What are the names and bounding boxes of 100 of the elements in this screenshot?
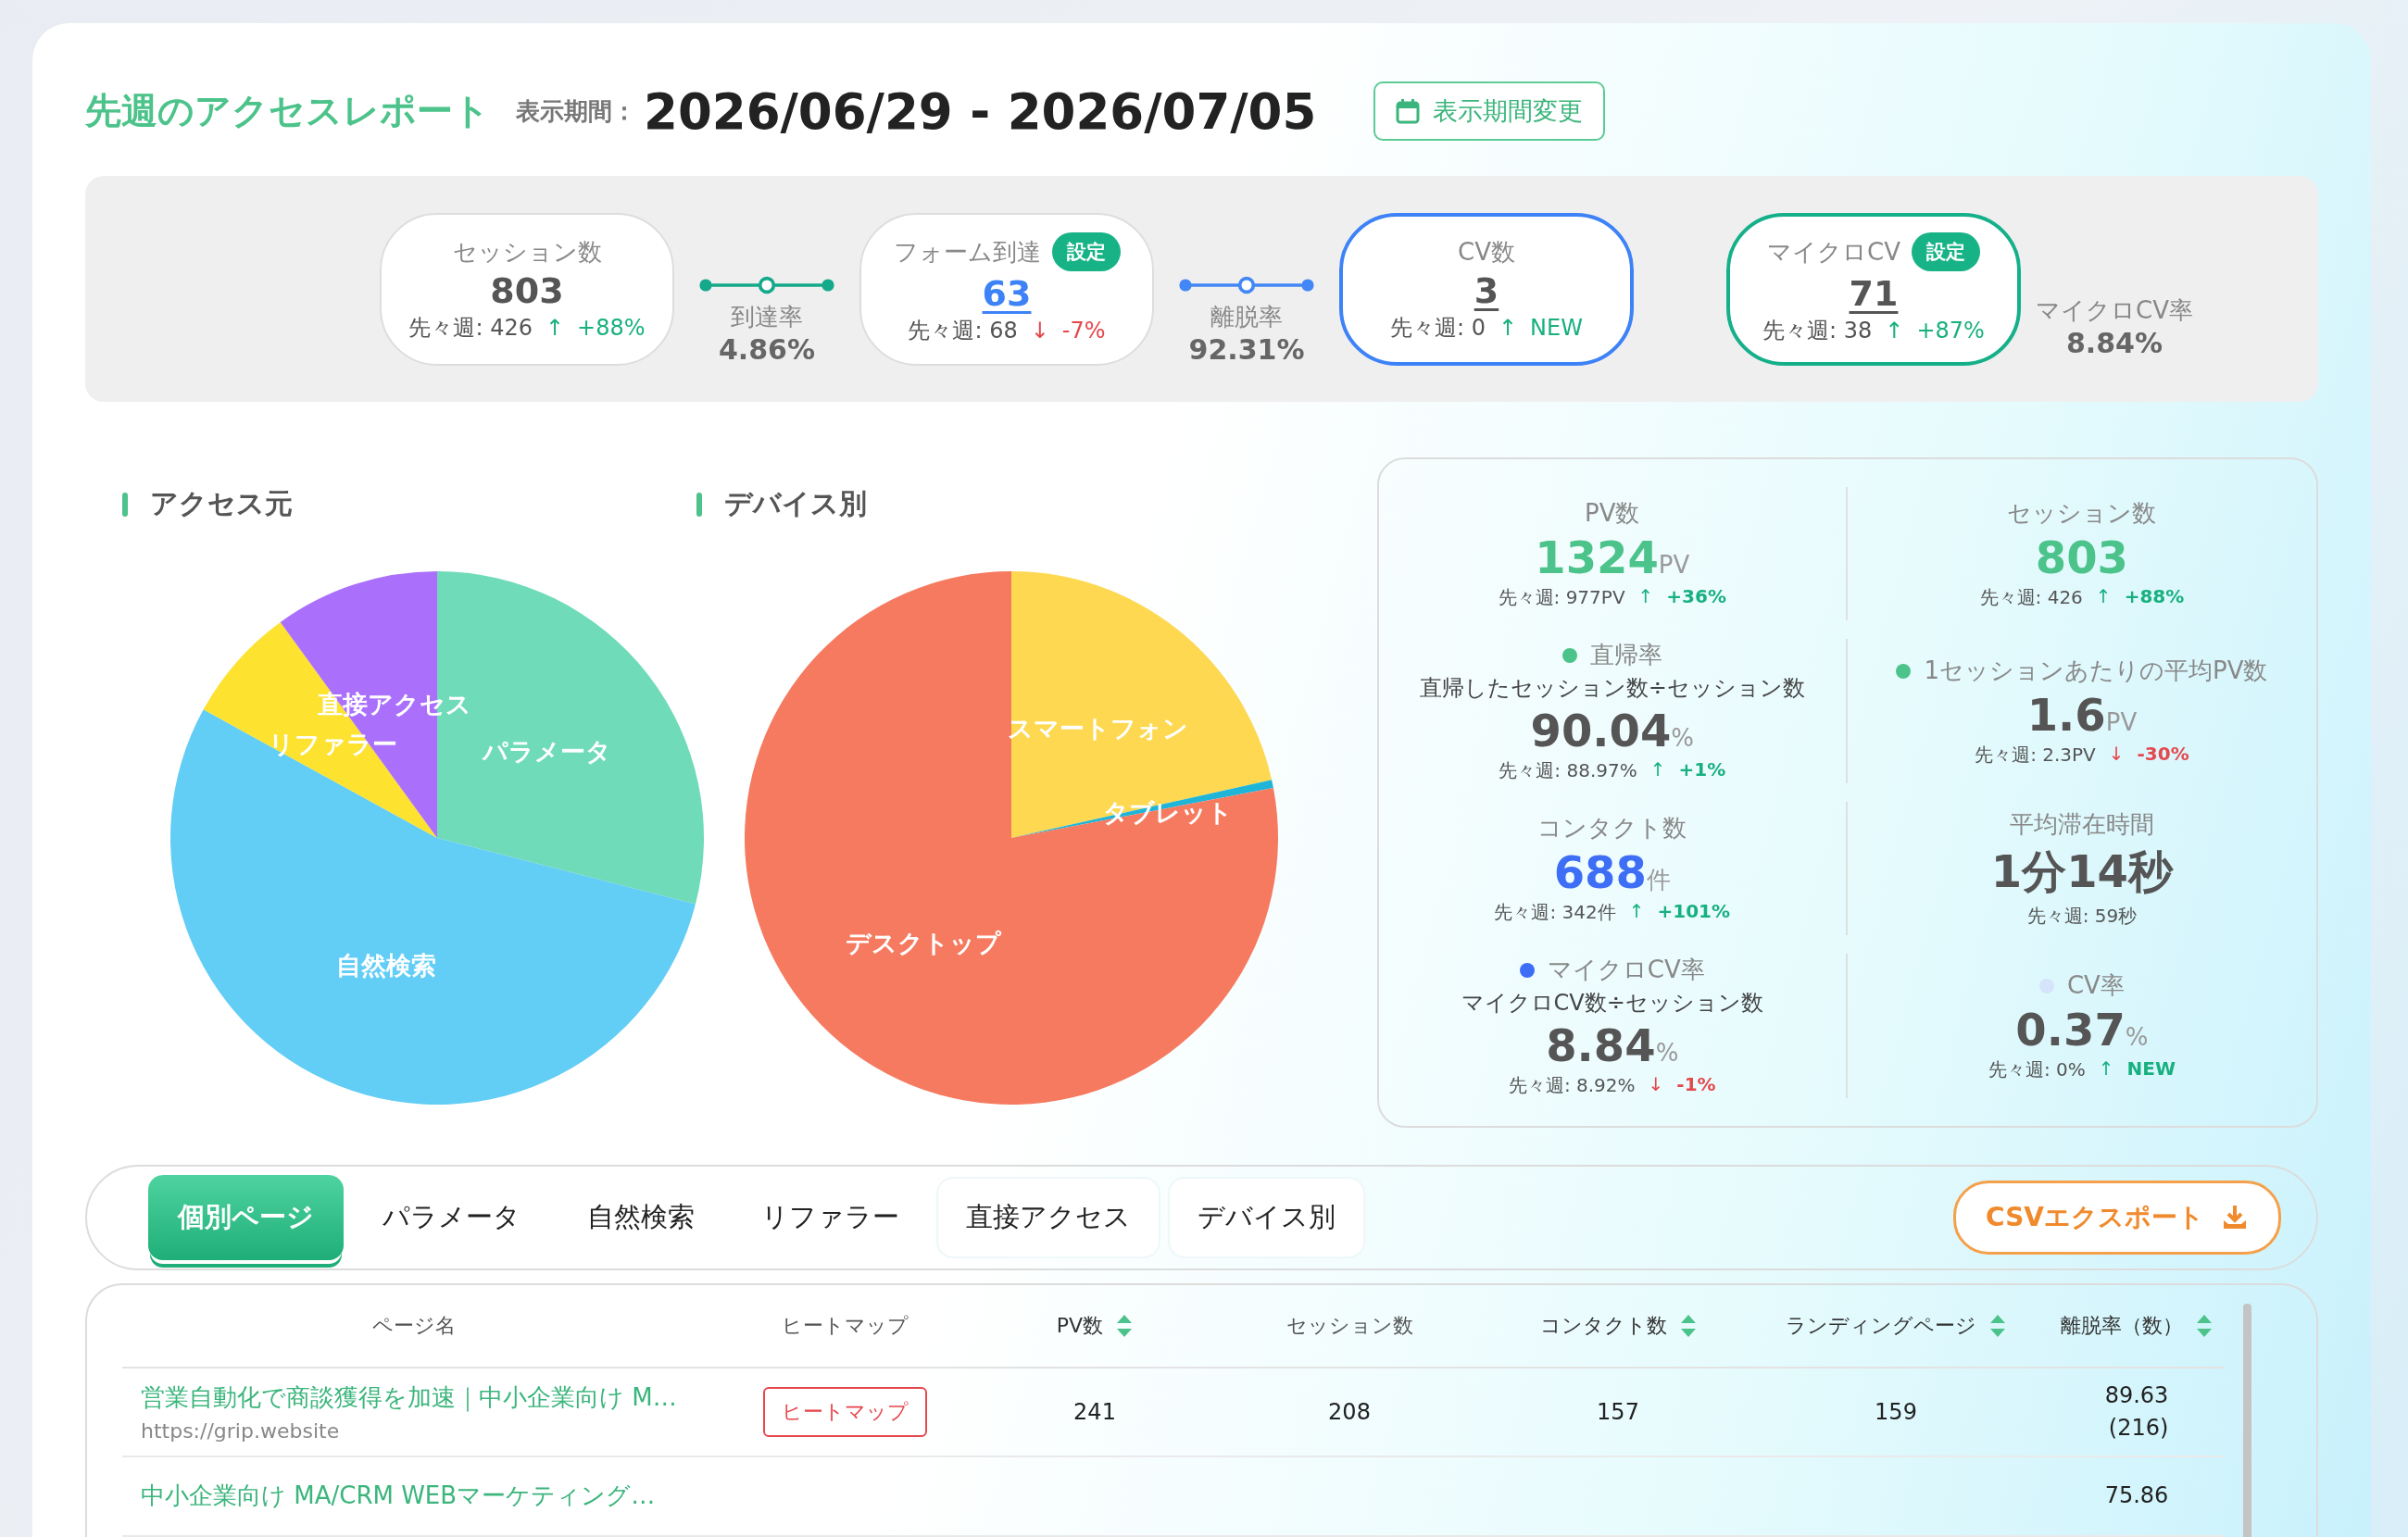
previous-value: 先々週: 977PV	[1498, 585, 1625, 610]
column-header: ページ名	[372, 1313, 456, 1339]
stat-value: 8.84	[1546, 1019, 1656, 1071]
trend-arrow: ↑	[1885, 318, 1904, 344]
change-value: +88%	[2124, 585, 2185, 609]
stat-value: 1324	[1535, 531, 1659, 583]
step-value[interactable]: 3	[1474, 269, 1499, 311]
column-header: セッション数	[1286, 1313, 1413, 1339]
stat-unit: 件	[1646, 865, 1671, 895]
table-cell: 241	[1073, 1398, 1116, 1425]
stat-label: 1セッションあたりの平均PV数	[1924, 656, 2268, 686]
report-title: 先週のアクセスレポート	[85, 89, 490, 133]
calendar-icon	[1396, 98, 1421, 124]
change-value: -1%	[1676, 1073, 1716, 1097]
previous-value: 先々週: 8.92%	[1508, 1073, 1636, 1098]
title-accent-bar	[122, 492, 128, 517]
trend-arrow: ↑	[2095, 585, 2112, 609]
previous-value: 先々週: 342件	[1494, 900, 1616, 925]
trend-arrow: ↑	[1499, 314, 1518, 341]
trend-arrow: ↑	[546, 314, 565, 341]
column-header[interactable]: PV数	[1056, 1312, 1104, 1340]
stat-label: マイクロCV率	[1547, 955, 1705, 985]
tab[interactable]: 直接アクセス	[938, 1179, 1159, 1256]
stat-label: コンタクト数	[1537, 813, 1687, 843]
stat-unit: %	[2125, 1023, 2149, 1051]
sort-icon[interactable]	[2196, 1314, 2213, 1338]
trend-arrow: ↓	[1648, 1073, 1664, 1097]
table-cell: 208	[1328, 1398, 1371, 1425]
column-header[interactable]: ランディングページ	[1786, 1312, 1976, 1340]
column-header: ヒートマップ	[781, 1313, 909, 1339]
rate-label: マイクロCV率	[2036, 294, 2193, 326]
change-value: +87%	[1916, 318, 1985, 344]
heatmap-button[interactable]: ヒートマップ	[762, 1386, 927, 1437]
stat-value: 90.04	[1530, 705, 1672, 756]
stat-value: 1分14秒	[1990, 844, 2173, 899]
stat-unit: %	[1671, 724, 1695, 752]
download-icon	[2221, 1204, 2249, 1231]
stat-formula: 直帰したセッション数÷セッション数	[1419, 674, 1805, 703]
rate-value: 8.84%	[2065, 326, 2163, 359]
slice-label: パラメータ	[482, 736, 611, 766]
trend-arrow: ↑	[1649, 758, 1666, 782]
stat-value: 688	[1553, 846, 1647, 898]
stat-label: 直帰率	[1589, 640, 1662, 670]
stat-unit: PV	[1658, 551, 1690, 579]
column-header[interactable]: コンタクト数	[1539, 1312, 1667, 1340]
change-value: -7%	[1061, 318, 1106, 344]
rate-label: 離脱率	[1210, 301, 1283, 332]
slice-label: デスクトップ	[845, 928, 1001, 957]
trend-arrow: ↓	[2108, 743, 2125, 767]
previous-value: 先々週: 0	[1390, 313, 1486, 343]
trend-arrow: ↓	[1030, 318, 1049, 344]
slice-label: 自然検索	[335, 950, 436, 980]
rate-label: 到達率	[731, 301, 803, 332]
slice-label: スマートフォン	[1008, 713, 1189, 743]
page-url: https://grip.website	[141, 1418, 340, 1443]
table-cell: 159	[1875, 1398, 1917, 1425]
change-value: -30%	[2137, 743, 2189, 767]
tab[interactable]: 自然検索	[559, 1179, 722, 1256]
sort-icon[interactable]	[1989, 1314, 2006, 1338]
exit-rate: 75.86	[2104, 1481, 2169, 1511]
stat-unit: PV	[2105, 708, 2138, 736]
step-label: セッション数	[452, 236, 602, 268]
previous-value: 先々週: 426	[1979, 585, 2083, 610]
step-value[interactable]: 63	[982, 273, 1032, 314]
stat-value: 0.37	[2015, 1004, 2126, 1056]
tab[interactable]: リファラー	[734, 1179, 927, 1256]
tab[interactable]: デバイス別	[1170, 1179, 1363, 1256]
slice-label: リファラー	[269, 730, 398, 759]
trend-arrow: ↑	[1637, 585, 1654, 609]
change-value: +36%	[1666, 585, 1726, 609]
stat-label: 平均滞在時間	[2009, 809, 2154, 840]
previous-value: 先々週: 68	[908, 317, 1018, 345]
change-value: +1%	[1678, 758, 1726, 782]
previous-value: 先々週: 2.3PV	[1975, 743, 2096, 768]
stat-label: PV数	[1585, 498, 1640, 529]
previous-value: 先々週: 0%	[1988, 1057, 2086, 1082]
step-label: フォーム到達	[893, 236, 1041, 268]
step-label: マイクロCV	[1767, 236, 1900, 268]
column-header[interactable]: 離脱率（数）	[2061, 1312, 2183, 1340]
previous-value: 先々週: 38	[1762, 317, 1873, 345]
chart-title: アクセス元	[150, 486, 293, 521]
change-value: +88%	[577, 314, 646, 341]
exit-rate: 89.63	[2104, 1381, 2169, 1410]
step-label: CV数	[1458, 236, 1515, 268]
step-value: 803	[490, 269, 564, 311]
period-range: 2026/06/29 - 2026/07/05	[644, 82, 1317, 140]
table-cell: 157	[1597, 1398, 1639, 1425]
change-value: +101%	[1657, 900, 1731, 924]
previous-value: 先々週: 426	[408, 313, 533, 343]
stat-value: 803	[2035, 531, 2128, 583]
previous-value: 先々週: 59秒	[2026, 904, 2138, 929]
step-value[interactable]: 71	[1849, 273, 1899, 314]
title-accent-bar	[696, 492, 702, 517]
tab[interactable]: パラメータ	[355, 1179, 548, 1256]
sort-icon[interactable]	[1679, 1314, 1697, 1338]
stat-label: セッション数	[2007, 498, 2157, 529]
sort-icon[interactable]	[1116, 1314, 1134, 1338]
change-value: NEW	[1530, 314, 1583, 341]
rate-value: 92.31%	[1188, 332, 1305, 366]
rate-value: 4.86%	[718, 332, 816, 366]
